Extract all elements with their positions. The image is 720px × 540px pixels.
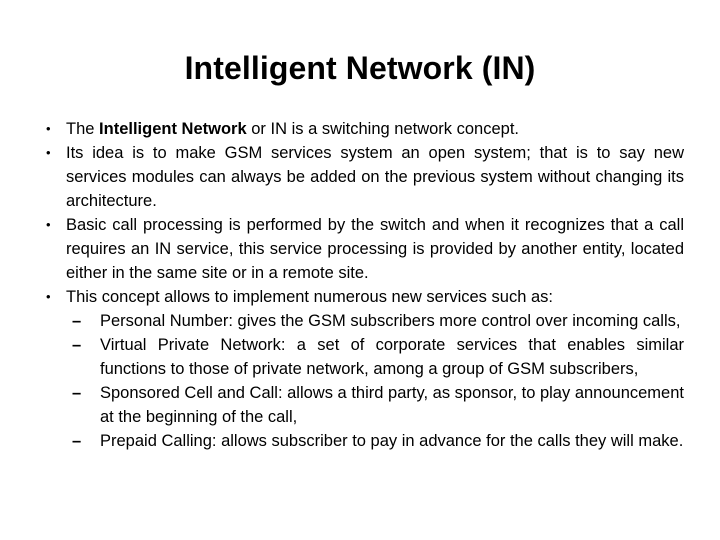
list-item-text-tail: or IN is a switching network concept.: [246, 120, 520, 138]
dash-icon: –: [72, 432, 82, 450]
sub-list-item: – Sponsored Cell and Call: allows a third…: [66, 381, 684, 429]
list-item-text: Its idea is to make GSM services system …: [66, 144, 684, 210]
sub-list: – Personal Number: gives the GSM subscrib…: [40, 309, 684, 453]
sub-list-item-text: Prepaid Calling: allows subscriber to pa…: [100, 432, 684, 450]
dash-icon: –: [72, 312, 82, 330]
sub-list-item: – Virtual Private Network: a set of corpo…: [66, 333, 684, 381]
sub-list-item: – Personal Number: gives the GSM subscrib…: [66, 309, 684, 333]
sub-list-item-text: Personal Number: gives the GSM subscribe…: [100, 312, 681, 330]
slide-body: • The Intelligent Network or IN is a swit…: [40, 117, 684, 453]
bullet-dot-icon: •: [46, 217, 51, 232]
bullet-dot-icon: •: [46, 289, 51, 304]
list-item: • This concept allows to implement numero…: [40, 285, 684, 309]
list-item-text-lead: The: [66, 120, 100, 138]
slide: Intelligent Network (IN) • The Intelligen…: [0, 0, 720, 540]
list-item-text-bold: Intelligent Network: [99, 120, 247, 138]
sub-list-item-text: Virtual Private Network: a set of corpor…: [100, 336, 684, 378]
sub-list-item-text: Sponsored Cell and Call: allows a third …: [100, 384, 684, 426]
list-item-text: Basic call processing is performed by th…: [66, 216, 684, 282]
list-item: • Its idea is to make GSM services system…: [40, 141, 684, 213]
dash-icon: –: [72, 384, 82, 402]
list-item: • Basic call processing is performed by t…: [40, 213, 684, 285]
sub-list-item: – Prepaid Calling: allows subscriber to p…: [66, 429, 684, 453]
dash-icon: –: [72, 336, 82, 354]
bullet-dot-icon: •: [46, 121, 51, 136]
list-item: • The Intelligent Network or IN is a swit…: [40, 117, 684, 141]
list-item-text: This concept allows to implement numerou…: [66, 288, 553, 306]
bullet-dot-icon: •: [46, 145, 51, 160]
page-title: Intelligent Network (IN): [184, 50, 536, 86]
